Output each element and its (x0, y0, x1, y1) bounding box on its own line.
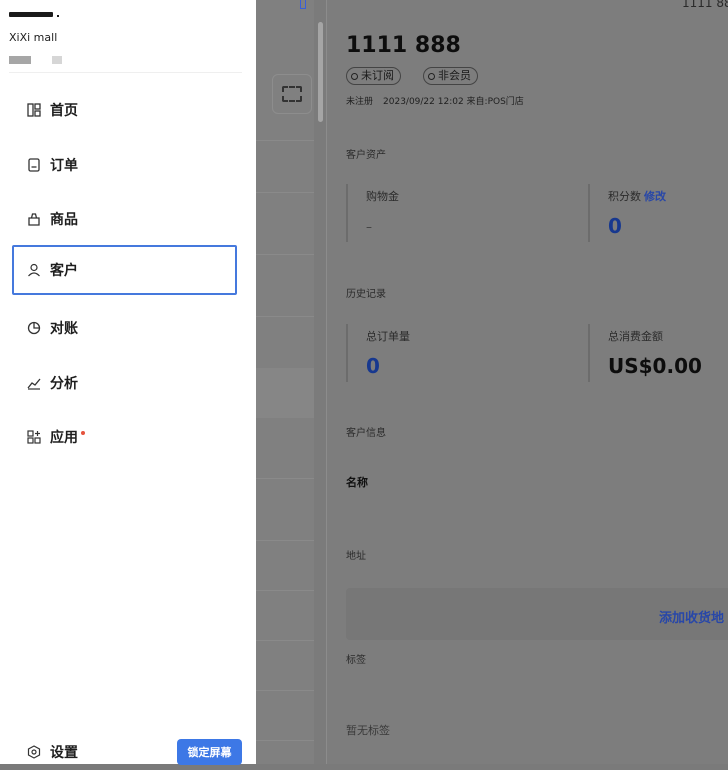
list-divider (256, 254, 314, 255)
list-divider (256, 740, 314, 741)
store-sub-text (9, 56, 31, 64)
lock-screen-button[interactable]: 锁定屏幕 (177, 739, 242, 765)
list-item-selected[interactable] (256, 368, 314, 418)
sidebar-item-label: 对账 (50, 321, 78, 337)
settings-label: 设置 (50, 745, 78, 761)
bookmark-icon (300, 0, 306, 9)
total-orders-stat: 总订单量 0 (346, 324, 586, 382)
sidebar-item-settings[interactable]: 设置 (12, 734, 78, 770)
tags-empty-text: 暂无标签 (346, 724, 390, 737)
apps-icon (26, 429, 42, 445)
bag-icon (26, 211, 42, 227)
list-divider (256, 590, 314, 591)
sidebar-item-analytics[interactable]: 分析 (12, 361, 237, 405)
sidebar-item-reconciliation[interactable]: 对账 (12, 306, 237, 350)
barcode-scan-icon (282, 86, 302, 102)
store-logo-text (9, 12, 53, 17)
sidebar-drawer: XiXi mall 首页 订单 商品 客户 对账 分析 应用 设置 锁定屏幕 (0, 0, 256, 765)
sidebar-item-orders[interactable]: 订单 (12, 143, 237, 187)
sidebar-item-label: 首页 (50, 103, 78, 119)
list-divider (256, 540, 314, 541)
list-divider (256, 316, 314, 317)
notification-dot (81, 430, 85, 435)
store-name: XiXi mall (9, 31, 58, 44)
list-divider (256, 640, 314, 641)
customer-detail-panel: 1111 88 1111 888 未订阅 非会员 未注册 2023/09/22 1… (327, 0, 728, 764)
customer-list (256, 0, 314, 764)
tags-field-label: 标签 (346, 655, 366, 666)
analytics-icon (26, 375, 42, 391)
store-sub-text (52, 56, 62, 64)
pie-chart-icon (26, 320, 42, 336)
points-stat: 积分数 修改 0 (588, 184, 728, 242)
shopping-credit-stat: 购物金 – (346, 184, 586, 242)
order-icon (26, 157, 42, 173)
scrollbar[interactable] (318, 22, 323, 122)
status-dot-icon (428, 72, 435, 80)
shopping-credit-label: 购物金 (366, 190, 399, 203)
name-field-label: 名称 (346, 476, 368, 489)
add-address-button[interactable]: 添加收货地 (659, 607, 724, 626)
sidebar-divider (9, 72, 242, 73)
status-dot-icon (351, 72, 358, 80)
sidebar-item-label: 应用 (50, 430, 78, 446)
sidebar-item-label: 分析 (50, 376, 78, 392)
subscription-badge: 未订阅 (346, 67, 401, 85)
points-label: 积分数 (608, 190, 641, 203)
address-field-label: 地址 (346, 551, 366, 562)
sidebar-item-label: 商品 (50, 212, 78, 228)
list-divider (256, 478, 314, 479)
info-section-title: 客户信息 (346, 428, 386, 439)
list-divider (256, 192, 314, 193)
total-orders-value: 0 (366, 354, 380, 378)
customer-meta: 未注册 2023/09/22 12:02 来自:POS门店 (346, 97, 524, 107)
list-divider (256, 140, 314, 141)
sidebar-item-label: 客户 (50, 263, 78, 279)
list-divider (256, 690, 314, 691)
history-section-title: 历史记录 (346, 289, 386, 300)
store-logo-dot (57, 15, 59, 17)
total-spent-value: US$0.00 (608, 354, 702, 378)
home-icon (26, 102, 42, 118)
sidebar-item-apps[interactable]: 应用 (12, 415, 237, 459)
total-spent-stat: 总消费金额 US$0.00 (588, 324, 728, 382)
sidebar-item-home[interactable]: 首页 (12, 88, 237, 132)
total-orders-label: 总订单量 (366, 330, 410, 343)
panel-top-title: 1111 88 (682, 0, 728, 10)
sidebar-item-customers[interactable]: 客户 (12, 245, 237, 295)
sidebar-item-products[interactable]: 商品 (12, 197, 237, 241)
edit-points-link[interactable]: 修改 (644, 190, 666, 203)
shopping-credit-value: – (366, 220, 372, 234)
user-icon (26, 262, 42, 278)
customer-name: 1111 888 (346, 33, 461, 58)
assets-section-title: 客户资产 (346, 150, 386, 161)
total-spent-label: 总消费金额 (608, 330, 663, 343)
sidebar-item-label: 订单 (50, 158, 78, 174)
settings-icon (26, 744, 42, 760)
membership-badge: 非会员 (423, 67, 478, 85)
points-value: 0 (608, 214, 622, 238)
scan-button[interactable] (272, 74, 312, 114)
